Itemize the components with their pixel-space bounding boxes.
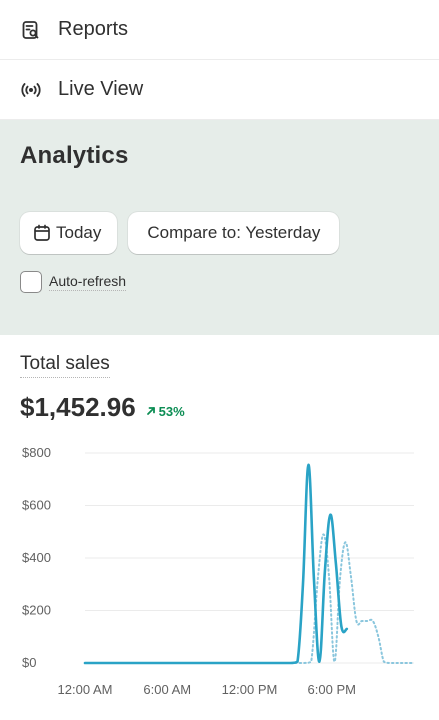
analytics-header: Analytics Today Compare to: Yesterday Au… bbox=[0, 120, 439, 335]
nav-item-reports[interactable]: Reports bbox=[0, 0, 439, 60]
change-value: 53% bbox=[158, 403, 185, 419]
page-title: Analytics bbox=[20, 142, 129, 169]
calendar-icon bbox=[32, 223, 52, 243]
compare-button[interactable]: Compare to: Yesterday bbox=[128, 212, 340, 254]
compare-label: Compare to: Yesterday bbox=[147, 223, 321, 242]
nav-item-label: Reports bbox=[58, 18, 129, 40]
total-sales-card: Total sales $1,452.96 53% bbox=[0, 335, 439, 423]
sales-line-chart: $0 $200 $400 $600 $800 12:00 AM 6:00 AM 12:00 P… bbox=[22, 445, 415, 697]
y-tick-label: $0 bbox=[22, 655, 36, 670]
x-tick-label: 6:00 PM bbox=[308, 682, 356, 697]
date-range-button[interactable]: Today bbox=[20, 212, 118, 254]
auto-refresh-checkbox[interactable] bbox=[20, 271, 42, 293]
auto-refresh-row: Auto-refresh bbox=[20, 271, 419, 293]
reports-icon bbox=[20, 19, 42, 41]
arrow-up-right-icon bbox=[146, 406, 156, 416]
x-tick-label: 6:00 AM bbox=[143, 682, 191, 697]
y-tick-label: $200 bbox=[22, 603, 51, 618]
y-tick-label: $400 bbox=[22, 550, 51, 565]
date-controls: Today Compare to: Yesterday bbox=[20, 212, 419, 254]
comparison-series-line bbox=[289, 533, 415, 664]
date-range-label: Today bbox=[56, 223, 102, 242]
sales-value-row: $1,452.96 53% bbox=[20, 392, 419, 423]
change-badge: 53% bbox=[146, 404, 185, 419]
x-tick-label: 12:00 AM bbox=[58, 682, 113, 697]
y-tick-label: $600 bbox=[22, 498, 51, 513]
nav-item-live-view[interactable]: Live View bbox=[0, 60, 439, 120]
sales-chart: $0 $200 $400 $600 $800 12:00 AM 6:00 AM 12:00 P… bbox=[0, 440, 439, 710]
total-sales-value: $1,452.96 bbox=[20, 392, 136, 422]
live-view-icon bbox=[20, 79, 42, 101]
y-tick-label: $800 bbox=[22, 445, 51, 460]
nav-item-label: Live View bbox=[58, 78, 144, 100]
auto-refresh-label[interactable]: Auto-refresh bbox=[49, 273, 127, 291]
total-sales-label[interactable]: Total sales bbox=[20, 353, 110, 378]
x-tick-label: 12:00 PM bbox=[222, 682, 278, 697]
sales-series-line bbox=[83, 463, 349, 665]
